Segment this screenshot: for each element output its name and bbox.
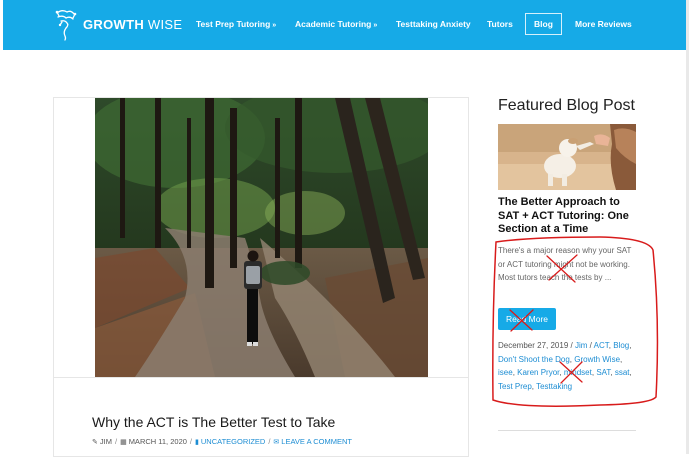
tag-link[interactable]: ACT bbox=[594, 341, 609, 350]
card-divider bbox=[53, 377, 469, 378]
tag-link[interactable]: Blog bbox=[613, 341, 629, 350]
sidebar-divider bbox=[498, 430, 636, 431]
featured-post-date: December 27, 2019 bbox=[498, 341, 569, 350]
tag-link[interactable]: Don't Shoot the Dog bbox=[498, 355, 570, 364]
nav-academic-tutoring[interactable]: Academic Tutoring» bbox=[295, 19, 377, 29]
tag-link[interactable]: mindset bbox=[564, 368, 592, 377]
post-author[interactable]: JIM bbox=[100, 437, 112, 446]
top-navbar: GROWTH WISE Test Prep Tutoring» Academic… bbox=[3, 0, 686, 50]
chevron-down-icon: » bbox=[272, 22, 277, 29]
nav-testtaking-anxiety[interactable]: Testtaking Anxiety bbox=[396, 19, 471, 29]
calendar-icon: ▦ bbox=[120, 439, 127, 446]
tag-link[interactable]: ssat bbox=[615, 368, 630, 377]
featured-post-title[interactable]: The Better Approach to SAT + ACT Tutorin… bbox=[498, 196, 638, 237]
read-more-button[interactable]: Read More bbox=[498, 308, 556, 330]
tag-link[interactable]: Karen Pryor bbox=[517, 368, 559, 377]
post-category-link[interactable]: UNCATEGORIZED bbox=[201, 437, 265, 446]
brain-logo-icon[interactable] bbox=[53, 7, 79, 41]
comment-icon: ✉ bbox=[273, 439, 280, 446]
featured-blog-heading: Featured Blog Post bbox=[498, 97, 635, 114]
tag-link[interactable]: SAT bbox=[596, 368, 610, 377]
post-date: MARCH 11, 2020 bbox=[128, 437, 187, 446]
nav-test-prep-tutoring[interactable]: Test Prep Tutoring» bbox=[196, 19, 276, 29]
post-meta: ✎ JIM / ▦ MARCH 11, 2020/▮ UNCATEGORIZED / ✉ LEA… bbox=[92, 437, 353, 446]
pencil-icon: ✎ bbox=[92, 439, 98, 446]
chevron-down-icon: » bbox=[373, 22, 378, 29]
tag-link[interactable]: Test Prep bbox=[498, 382, 532, 391]
dog-hand-thumbnail[interactable] bbox=[498, 124, 636, 190]
nav-more-reviews[interactable]: More Reviews bbox=[575, 19, 632, 29]
leave-comment-link[interactable]: LEAVE A COMMENT bbox=[281, 437, 352, 446]
tag-link[interactable]: Growth Wise bbox=[574, 355, 620, 364]
author-link[interactable]: Jim bbox=[575, 341, 587, 350]
brand-name[interactable]: GROWTH WISE bbox=[83, 17, 182, 32]
featured-post-excerpt: There's a major reason why your SAT or A… bbox=[498, 246, 632, 283]
nav-tutors[interactable]: Tutors bbox=[487, 19, 513, 29]
featured-post-meta: December 27, 2019 / Jim / ACT, Blog, Don… bbox=[498, 341, 632, 391]
forest-path-hero-image[interactable] bbox=[95, 98, 428, 377]
tag-link[interactable]: Testtaking bbox=[536, 382, 572, 391]
post-title[interactable]: Why the ACT is The Better Test to Take bbox=[92, 414, 335, 430]
tag-link[interactable]: isee bbox=[498, 368, 513, 377]
nav-blog-active[interactable]: Blog bbox=[525, 13, 562, 35]
bookmark-icon: ▮ bbox=[195, 439, 199, 446]
